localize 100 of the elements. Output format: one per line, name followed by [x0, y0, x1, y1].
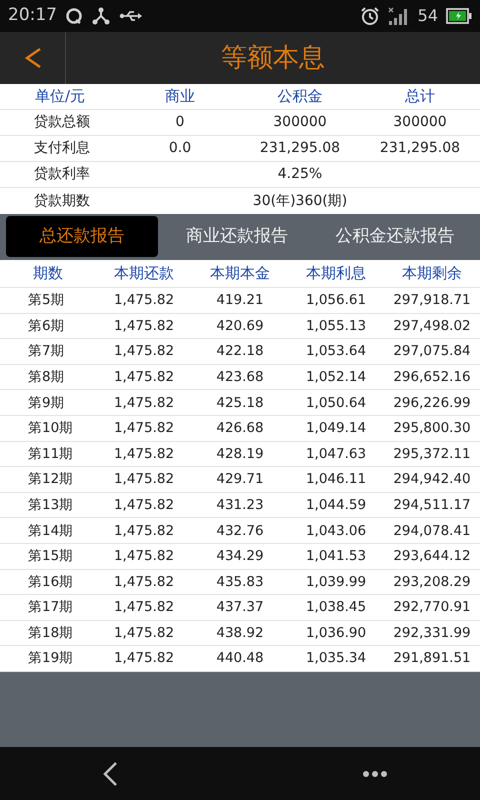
table-cell-text: 297,918.71	[392, 291, 472, 310]
table-cell-text: 297,498.02	[392, 316, 472, 336]
column-header: 本期剩余	[401, 263, 463, 284]
table-cell-text: 419.21	[215, 291, 265, 310]
table-cell-text: 296,226.99	[392, 394, 472, 413]
back-icon	[24, 46, 42, 70]
table-cell-text: 1,039.99	[304, 572, 368, 592]
table-cell-text: 426.68	[215, 419, 265, 438]
table-cell-text: 第12期	[27, 470, 74, 490]
table-cell-text: 294,942.40	[392, 470, 472, 490]
table-cell-text: 0.0	[168, 139, 192, 158]
table-cell-text: 第10期	[27, 419, 74, 438]
table-cell-text: 422.18	[215, 342, 265, 362]
table-cell-text: 1,475.82	[112, 496, 176, 515]
table-cell-text: 435.83	[215, 572, 265, 592]
table-cell-text: 1,475.82	[112, 572, 176, 592]
table-cell-text: 231,295.08	[378, 139, 462, 158]
battery-icon	[446, 8, 472, 24]
column-header: 本期本金	[209, 263, 271, 284]
table-cell-text: 295,800.30	[392, 419, 472, 438]
table-cell-text: 1,035.34	[304, 649, 368, 668]
table-cell-text: 440.48	[215, 649, 265, 668]
back-icon	[102, 760, 118, 786]
column-header: 单位/元	[34, 86, 86, 108]
table-cell-text: 支付利息	[33, 139, 91, 158]
table-cell-text: 300000	[392, 113, 448, 132]
column-header: 公积金	[276, 86, 324, 108]
table-cell-text: 1,475.82	[112, 470, 176, 490]
table-cell-text: 1,475.82	[112, 394, 176, 413]
table-cell-text: 294,511.17	[392, 496, 472, 515]
table-cell-text: 295,372.11	[392, 444, 472, 464]
table-cell-text: 291,891.51	[392, 649, 472, 668]
table-cell-text: 第5期	[27, 291, 66, 310]
page-title: 等额本息	[220, 42, 326, 74]
table-cell-text: 第7期	[27, 342, 66, 362]
table-cell-text: 第15期	[27, 547, 74, 566]
signal-icon	[388, 6, 410, 26]
table-cell-text: 1,047.63	[304, 444, 368, 464]
table-cell-text: 1,475.82	[112, 547, 176, 566]
column-header: 总计	[404, 86, 436, 108]
table-cell-text: 425.18	[215, 394, 265, 413]
table-cell-text: 第13期	[27, 496, 74, 515]
table-cell-text: 297,075.84	[392, 342, 472, 362]
battery-percent: 54	[418, 5, 438, 27]
table-cell-text: 第11期	[27, 444, 74, 464]
table-cell-text: 第6期	[27, 316, 66, 336]
table-cell-text: 431.23	[215, 496, 265, 515]
table-cell-text: 429.71	[215, 470, 265, 490]
more-icon	[362, 770, 388, 778]
table-cell-text: 1,475.82	[112, 316, 176, 336]
table-cell-text: 438.92	[215, 624, 265, 643]
table-cell-text: 231,295.08	[258, 139, 342, 158]
table-cell-text: 1,053.64	[304, 342, 368, 362]
table-cell-text: 296,652.16	[392, 368, 472, 387]
table-cell-text: 4.25%	[276, 165, 324, 184]
table-cell-text: 432.76	[215, 522, 265, 541]
table-cell-text: 428.19	[215, 444, 265, 464]
table-cell-text: 292,331.99	[392, 624, 472, 643]
table-cell-text: 300000	[272, 113, 328, 132]
table-cell-text: 1,475.82	[112, 419, 176, 438]
table-cell-text: 1,475.82	[112, 649, 176, 668]
table-cell-text: 1,055.13	[304, 316, 368, 336]
table-cell-text: 1,038.45	[304, 598, 368, 618]
table-cell-text: 423.68	[215, 368, 265, 387]
table-cell-text: 1,046.11	[304, 470, 368, 490]
table-cell-text: 第17期	[27, 598, 74, 618]
table-cell-text: 30(年)360(期)	[252, 192, 348, 210]
table-cell-text: 420.69	[215, 316, 265, 336]
report-tab[interactable]: 公积金还款报告	[316, 216, 474, 257]
report-tab[interactable]: 商业还款报告	[158, 216, 316, 257]
table-cell-text: 294,078.41	[392, 522, 472, 541]
column-header: 期数	[32, 263, 64, 284]
table-cell-text: 292,770.91	[392, 598, 472, 618]
table-cell-text: 1,475.82	[112, 624, 176, 643]
alarm-icon	[360, 6, 380, 26]
table-cell-text: 第19期	[27, 649, 74, 668]
table-cell-text: 1,475.82	[112, 522, 176, 541]
table-cell-text: 293,644.12	[392, 547, 472, 566]
table-cell-text: 293,208.29	[392, 572, 472, 592]
table-cell-text: 贷款总额	[33, 113, 91, 132]
usb-icon	[119, 9, 143, 23]
table-cell-text: 1,475.82	[112, 342, 176, 362]
column-header: 本期还款	[113, 263, 175, 284]
table-cell-text: 贷款期数	[33, 192, 91, 210]
table-cell-text: 1,475.82	[112, 598, 176, 618]
table-cell-text: 第18期	[27, 624, 74, 643]
table-cell-text: 1,049.14	[304, 419, 368, 438]
table-cell-text: 1,044.59	[304, 496, 368, 515]
report-tab[interactable]: 总还款报告	[6, 216, 158, 257]
table-cell-text: 1,475.82	[112, 444, 176, 464]
table-cell-text: 贷款利率	[33, 165, 91, 184]
table-cell-text: 437.37	[215, 598, 265, 618]
share-icon	[91, 7, 111, 25]
table-cell-text: 1,036.90	[304, 624, 368, 643]
table-cell-text: 1,052.14	[304, 368, 368, 387]
table-cell-text: 第14期	[27, 522, 74, 541]
column-header: 商业	[164, 86, 196, 108]
table-cell-text: 第16期	[27, 572, 74, 592]
table-cell-text: 1,041.53	[304, 547, 368, 566]
table-cell-text: 1,475.82	[112, 368, 176, 387]
